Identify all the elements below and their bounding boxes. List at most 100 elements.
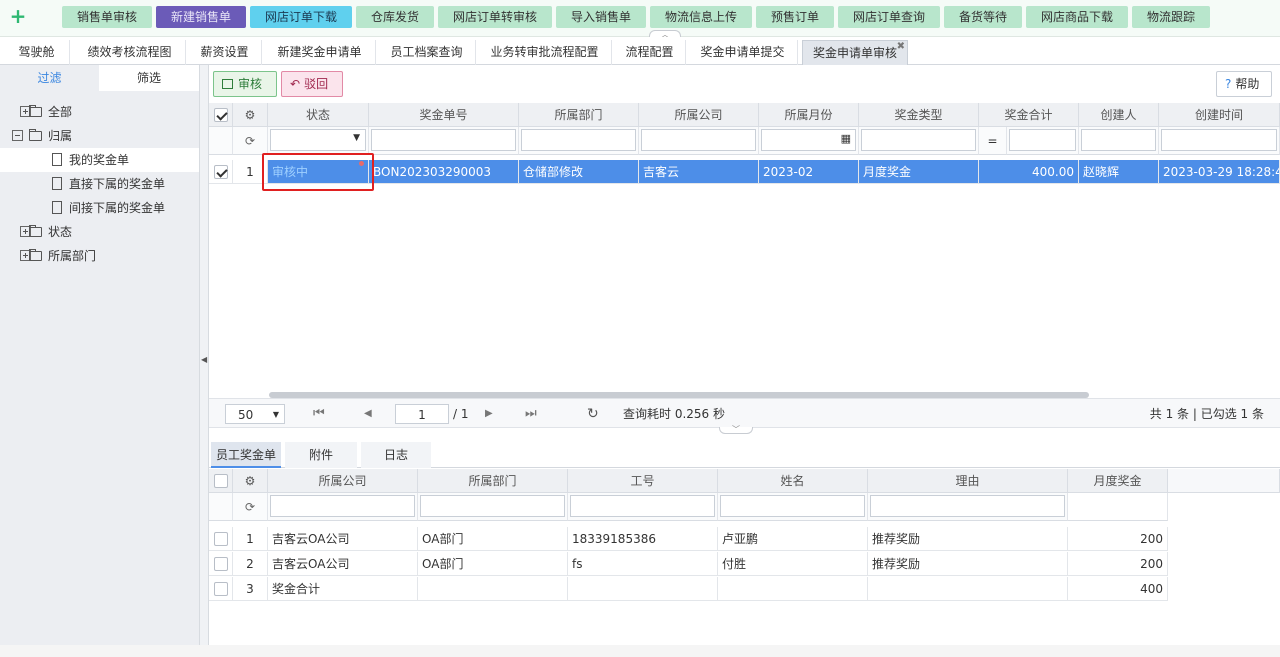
toolbar-button[interactable]: 备货等待 bbox=[944, 6, 1022, 28]
col-status[interactable]: 状态 bbox=[268, 103, 369, 127]
row-company[interactable]: 吉客云OA公司 bbox=[268, 552, 418, 576]
tree-item-belong[interactable]: 归属 bbox=[12, 124, 192, 148]
tree-item-indirect-sub[interactable]: 间接下属的奖金单 bbox=[52, 196, 192, 220]
toolbar-button[interactable]: 预售订单 bbox=[756, 6, 834, 28]
tab-employee-query[interactable]: 员工档案查询 bbox=[378, 40, 476, 65]
tab-business-flow[interactable]: 业务转审批流程配置 bbox=[478, 40, 612, 65]
collapse-toolbar-icon[interactable]: ︿ bbox=[649, 30, 681, 39]
row-name[interactable]: 付胜 bbox=[718, 552, 868, 576]
total-filter[interactable] bbox=[1007, 127, 1079, 155]
tab-bonus-submit[interactable]: 奖金申请单提交 bbox=[688, 40, 798, 65]
col-dept[interactable]: 所属部门 bbox=[519, 103, 639, 127]
col-name[interactable]: 姓名 bbox=[718, 469, 868, 493]
row-reason[interactable]: 推荐奖励 bbox=[868, 552, 1068, 576]
col-bonus-no[interactable]: 奖金单号 bbox=[369, 103, 519, 127]
row-checkbox-cell[interactable] bbox=[209, 577, 233, 601]
creator-filter[interactable] bbox=[1079, 127, 1159, 155]
next-page-icon[interactable]: ▶ bbox=[485, 404, 493, 424]
toolbar-button[interactable]: 仓库发货 bbox=[356, 6, 434, 28]
page-input[interactable]: 1 bbox=[395, 404, 449, 424]
row-checkbox-cell[interactable] bbox=[209, 552, 233, 576]
row-created[interactable]: 2023-03-29 18:28:49 bbox=[1159, 160, 1280, 184]
add-icon[interactable]: + bbox=[8, 6, 28, 26]
collapse-icon[interactable] bbox=[12, 130, 23, 141]
eq-operator[interactable]: = bbox=[979, 127, 1007, 155]
toolbar-button[interactable]: 物流信息上传 bbox=[650, 6, 752, 28]
dept-filter[interactable] bbox=[418, 493, 568, 521]
row-company[interactable]: 吉客云 bbox=[639, 160, 759, 184]
row-checkbox[interactable] bbox=[213, 165, 228, 179]
toolbar-button[interactable]: 新建销售单 bbox=[156, 6, 246, 28]
company-filter[interactable] bbox=[268, 493, 418, 521]
toolbar-button[interactable]: 导入销售单 bbox=[556, 6, 646, 28]
tab-employee-bonus[interactable]: 员工奖金单 bbox=[211, 442, 281, 468]
row-type[interactable]: 月度奖金 bbox=[859, 160, 979, 184]
tab-filter[interactable]: 过滤 bbox=[0, 65, 99, 91]
row-emp-id[interactable]: fs bbox=[568, 552, 718, 576]
row-total[interactable]: 400.00 bbox=[979, 160, 1079, 184]
tree-item-all[interactable]: 全部 bbox=[12, 100, 192, 124]
refresh-icon[interactable]: ⟳ bbox=[233, 493, 268, 521]
last-page-icon[interactable]: ⏭ bbox=[525, 404, 537, 424]
collapse-bottom-icon[interactable]: ﹀ bbox=[719, 426, 753, 434]
col-creator[interactable]: 创建人 bbox=[1079, 103, 1159, 127]
tab-salary[interactable]: 薪资设置 bbox=[188, 40, 262, 65]
first-page-icon[interactable]: ⏮ bbox=[313, 404, 325, 424]
col-reason[interactable]: 理由 bbox=[868, 469, 1068, 493]
row-dept[interactable]: OA部门 bbox=[418, 527, 568, 551]
tree-item-dept[interactable]: 所属部门 bbox=[12, 244, 192, 268]
created-filter[interactable] bbox=[1159, 127, 1280, 155]
tab-attachment[interactable]: 附件 bbox=[285, 442, 357, 468]
settings-icon[interactable]: ⚙ bbox=[233, 103, 268, 127]
row-checkbox[interactable] bbox=[213, 557, 228, 571]
dropdown-icon[interactable]: ▼ bbox=[273, 405, 279, 425]
row-checkbox[interactable] bbox=[213, 582, 228, 596]
close-icon[interactable]: ✖ bbox=[897, 35, 905, 59]
row-emp-id[interactable]: 18339185386 bbox=[568, 527, 718, 551]
dept-filter[interactable] bbox=[519, 127, 639, 155]
reject-button[interactable]: ↶ 驳回 bbox=[281, 71, 343, 97]
settings-icon[interactable]: ⚙ bbox=[233, 469, 268, 493]
month-filter[interactable]: ▦ bbox=[759, 127, 859, 155]
checkbox[interactable] bbox=[213, 474, 228, 488]
row-dept[interactable]: OA部门 bbox=[418, 552, 568, 576]
row-reason[interactable]: 推荐奖励 bbox=[868, 527, 1068, 551]
tab-screen[interactable]: 筛选 bbox=[99, 65, 199, 91]
audit-button[interactable]: 审核 bbox=[213, 71, 277, 97]
toolbar-button[interactable]: 销售单审核 bbox=[62, 6, 152, 28]
tab-flow-config[interactable]: 流程配置 bbox=[614, 40, 686, 65]
reload-icon[interactable]: ↻ bbox=[587, 404, 599, 424]
tree-item-status[interactable]: 状态 bbox=[12, 220, 192, 244]
tab-perf-flow[interactable]: 绩效考核流程图 bbox=[74, 40, 186, 65]
page-size-select[interactable]: 50 ▼ bbox=[225, 404, 285, 424]
col-emp-id[interactable]: 工号 bbox=[568, 469, 718, 493]
collapse-left-icon[interactable]: ◀ bbox=[201, 355, 207, 364]
toolbar-button[interactable]: 物流跟踪 bbox=[1132, 6, 1210, 28]
row-bonus[interactable]: 200 bbox=[1068, 527, 1168, 551]
toolbar-button[interactable]: 网店订单转审核 bbox=[438, 6, 552, 28]
col-month[interactable]: 所属月份 bbox=[759, 103, 859, 127]
select-all-cell[interactable] bbox=[209, 103, 233, 127]
row-month[interactable]: 2023-02 bbox=[759, 160, 859, 184]
calendar-icon[interactable]: ▦ bbox=[841, 132, 851, 145]
panel-splitter[interactable]: ◀ bbox=[199, 65, 209, 657]
select-all-checkbox[interactable] bbox=[213, 108, 228, 122]
col-created[interactable]: 创建时间 bbox=[1159, 103, 1280, 127]
bonus-no-filter[interactable] bbox=[369, 127, 519, 155]
row-checkbox-cell[interactable] bbox=[209, 160, 233, 184]
toolbar-button[interactable]: 网店商品下载 bbox=[1026, 6, 1128, 28]
row-name[interactable]: 卢亚鹏 bbox=[718, 527, 868, 551]
company-filter[interactable] bbox=[639, 127, 759, 155]
row-checkbox-cell[interactable] bbox=[209, 527, 233, 551]
status-filter[interactable]: ▼ bbox=[268, 127, 369, 155]
help-button[interactable]: ? 帮助 bbox=[1216, 71, 1272, 97]
tab-bonus-audit[interactable]: 奖金申请单审核 ✖ bbox=[802, 40, 908, 65]
col-dept[interactable]: 所属部门 bbox=[418, 469, 568, 493]
col-monthly-bonus[interactable]: 月度奖金 bbox=[1068, 469, 1168, 493]
tab-cockpit[interactable]: 驾驶舱 bbox=[4, 40, 70, 65]
tree-item-my-bonus[interactable]: 我的奖金单 bbox=[0, 148, 199, 172]
col-type[interactable]: 奖金类型 bbox=[859, 103, 979, 127]
tab-log[interactable]: 日志 bbox=[361, 442, 431, 468]
reason-filter[interactable] bbox=[868, 493, 1068, 521]
type-filter[interactable] bbox=[859, 127, 979, 155]
